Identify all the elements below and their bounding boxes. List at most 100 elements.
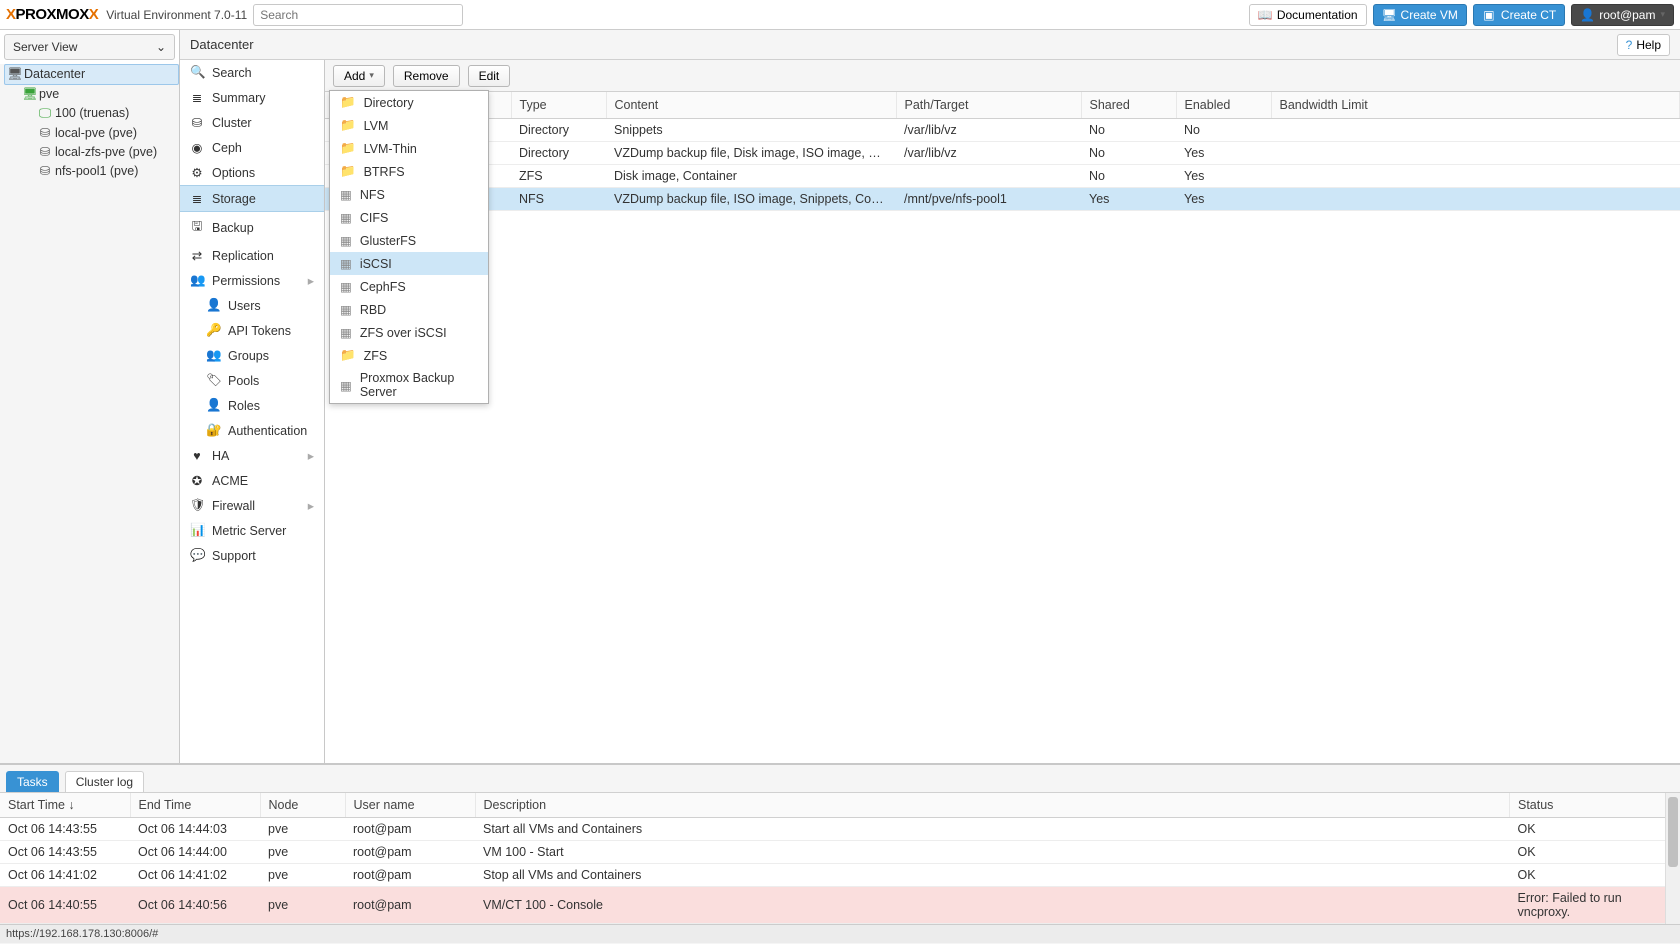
- sidenav-item-firewall[interactable]: 🛡Firewall▸: [180, 493, 324, 518]
- add-menu-iscsi[interactable]: ▦iSCSI: [330, 252, 488, 275]
- log-row[interactable]: Oct 06 14:40:55Oct 06 14:40:56pveroot@pa…: [0, 887, 1680, 924]
- col-header[interactable]: Shared: [1081, 92, 1176, 119]
- sidenav-item-support[interactable]: 💬Support: [180, 543, 324, 568]
- sidenav-item-roles[interactable]: 👤Roles: [180, 393, 324, 418]
- tree-node-pve[interactable]: 🖥pve: [20, 85, 179, 104]
- add-storage-menu: 📁Directory📁LVM📁LVM-Thin📁BTRFS▦NFS▦CIFS▦G…: [329, 90, 489, 404]
- col-header[interactable]: Node: [260, 793, 345, 818]
- add-menu-lvm[interactable]: 📁LVM: [330, 114, 488, 137]
- log-row[interactable]: Oct 06 14:43:55Oct 06 14:44:00pveroot@pa…: [0, 841, 1680, 864]
- add-menu-lvm-thin[interactable]: 📁LVM-Thin: [330, 137, 488, 160]
- remove-button[interactable]: Remove: [393, 65, 460, 87]
- sidenav-item-summary[interactable]: ≣Summary: [180, 85, 324, 110]
- add-menu-proxmox-backup-server[interactable]: ▦Proxmox Backup Server: [330, 367, 488, 403]
- cell: VM/CT 100 - Console: [475, 887, 1510, 924]
- cell: Yes: [1081, 188, 1176, 211]
- user-icon: 👤: [1580, 8, 1594, 22]
- tree-node-storage-local-zfs[interactable]: ⛁local-zfs-pve (pve): [36, 142, 179, 161]
- cell: Oct 06 14:41:02: [0, 864, 130, 887]
- sidenav-item-authentication[interactable]: 🔐Authentication: [180, 418, 324, 443]
- nav-label: Backup: [212, 221, 254, 235]
- help-button[interactable]: ?Help: [1617, 34, 1670, 56]
- sidenav-item-api-tokens[interactable]: 🔑API Tokens: [180, 318, 324, 343]
- help-icon: ?: [1626, 38, 1633, 52]
- tree-node-datacenter[interactable]: 🖥Datacenter: [4, 64, 179, 85]
- cell: root@pam: [345, 864, 475, 887]
- cell: /var/lib/vz: [896, 119, 1081, 142]
- cell: [1271, 188, 1680, 211]
- cell: No: [1176, 119, 1271, 142]
- node-icon: 🖥: [22, 87, 36, 102]
- sidenav-item-groups[interactable]: 👥Groups: [180, 343, 324, 368]
- create-ct-button[interactable]: ▣Create CT: [1473, 4, 1565, 26]
- add-menu-rbd[interactable]: ▦RBD: [330, 298, 488, 321]
- nav-label: Summary: [212, 91, 265, 105]
- nav-icon: ⚙: [190, 165, 204, 180]
- product-version: Virtual Environment 7.0-11: [106, 8, 247, 22]
- col-header[interactable]: Enabled: [1176, 92, 1271, 119]
- add-menu-cephfs[interactable]: ▦CephFS: [330, 275, 488, 298]
- col-header[interactable]: Bandwidth Limit: [1271, 92, 1680, 119]
- sidenav-item-permissions[interactable]: 👥Permissions▸: [180, 268, 324, 293]
- sidenav-item-ceph[interactable]: ◉Ceph: [180, 135, 324, 160]
- edit-button[interactable]: Edit: [468, 65, 511, 87]
- add-menu-btrfs[interactable]: 📁BTRFS: [330, 160, 488, 183]
- col-header[interactable]: Status: [1510, 793, 1680, 818]
- nav-icon: ✪: [190, 473, 204, 488]
- sidenav-item-pools[interactable]: 🏷Pools: [180, 368, 324, 393]
- col-header[interactable]: Content: [606, 92, 896, 119]
- nav-icon: 🛡: [190, 498, 204, 513]
- col-header[interactable]: Path/Target: [896, 92, 1081, 119]
- create-vm-button[interactable]: 🖥Create VM: [1373, 4, 1467, 26]
- cell: [1271, 142, 1680, 165]
- search-input[interactable]: [253, 4, 463, 26]
- documentation-button[interactable]: 📖Documentation: [1249, 4, 1367, 26]
- cell: pve: [260, 924, 345, 925]
- storage-type-icon: ▦: [340, 256, 352, 271]
- sidenav-item-users[interactable]: 👤Users: [180, 293, 324, 318]
- cell: [1271, 119, 1680, 142]
- tab-tasks[interactable]: Tasks: [6, 771, 59, 792]
- resource-tree[interactable]: 🖥Datacenter 🖥pve 🖵100 (truenas) ⛁local-p…: [0, 64, 179, 763]
- sidenav-item-acme[interactable]: ✪ACME: [180, 468, 324, 493]
- add-menu-nfs[interactable]: ▦NFS: [330, 183, 488, 206]
- col-header[interactable]: Description: [475, 793, 1510, 818]
- user-menu-button[interactable]: 👤root@pam ▾: [1571, 4, 1674, 26]
- tab-cluster-log[interactable]: Cluster log: [65, 771, 144, 792]
- add-menu-glusterfs[interactable]: ▦GlusterFS: [330, 229, 488, 252]
- col-header[interactable]: Start Time ↓: [0, 793, 130, 818]
- add-menu-zfs-over-iscsi[interactable]: ▦ZFS over iSCSI: [330, 321, 488, 344]
- tree-node-vm-100[interactable]: 🖵100 (truenas): [36, 104, 179, 123]
- sidenav-item-backup[interactable]: 🖫Backup: [180, 212, 324, 243]
- tree-node-storage-nfs-pool1[interactable]: ⛁nfs-pool1 (pve): [36, 161, 179, 180]
- log-row[interactable]: Oct 06 14:43:55Oct 06 14:44:03pveroot@pa…: [0, 818, 1680, 841]
- add-menu-label: BTRFS: [364, 165, 405, 179]
- sidenav-item-options[interactable]: ⚙Options: [180, 160, 324, 185]
- sidenav-item-storage[interactable]: ≣Storage: [180, 185, 324, 212]
- log-panel: Tasks Cluster log Start Time ↓End TimeNo…: [0, 763, 1680, 943]
- table-row[interactable]: DirectorySnippets/var/lib/vzNoNo: [325, 119, 1680, 142]
- table-row[interactable]: DirectoryVZDump backup file, Disk image,…: [325, 142, 1680, 165]
- scrollbar[interactable]: [1665, 793, 1680, 924]
- log-row[interactable]: Oct 06 14:41:02Oct 06 14:41:02pveroot@pa…: [0, 864, 1680, 887]
- add-menu-cifs[interactable]: ▦CIFS: [330, 206, 488, 229]
- add-button[interactable]: Add ▾: [333, 65, 385, 87]
- add-menu-zfs[interactable]: 📁ZFS: [330, 344, 488, 367]
- nav-icon: 💬: [190, 548, 204, 563]
- col-header[interactable]: Type: [511, 92, 606, 119]
- sidenav-item-ha[interactable]: ♥HA▸: [180, 443, 324, 468]
- sidenav-item-cluster[interactable]: ⛁Cluster: [180, 110, 324, 135]
- scrollbar-thumb[interactable]: [1668, 797, 1678, 867]
- sidenav-item-search[interactable]: 🔍Search: [180, 60, 324, 85]
- tree-node-storage-local-pve[interactable]: ⛁local-pve (pve): [36, 123, 179, 142]
- view-selector[interactable]: Server View⌄: [4, 34, 175, 60]
- tasks-table: Start Time ↓End TimeNodeUser nameDescrip…: [0, 793, 1680, 924]
- sidenav-item-metric-server[interactable]: 📊Metric Server: [180, 518, 324, 543]
- table-row[interactable]: ZFSDisk image, ContainerNoYes: [325, 165, 1680, 188]
- log-row[interactable]: Oct 06 14:40:18Oct 06 14:40:37pveroot@pa…: [0, 924, 1680, 925]
- col-header[interactable]: User name: [345, 793, 475, 818]
- add-menu-directory[interactable]: 📁Directory: [330, 91, 488, 114]
- col-header[interactable]: End Time: [130, 793, 260, 818]
- sidenav-item-replication[interactable]: ⇄Replication: [180, 243, 324, 268]
- table-row[interactable]: NFSVZDump backup file, ISO image, Snippe…: [325, 188, 1680, 211]
